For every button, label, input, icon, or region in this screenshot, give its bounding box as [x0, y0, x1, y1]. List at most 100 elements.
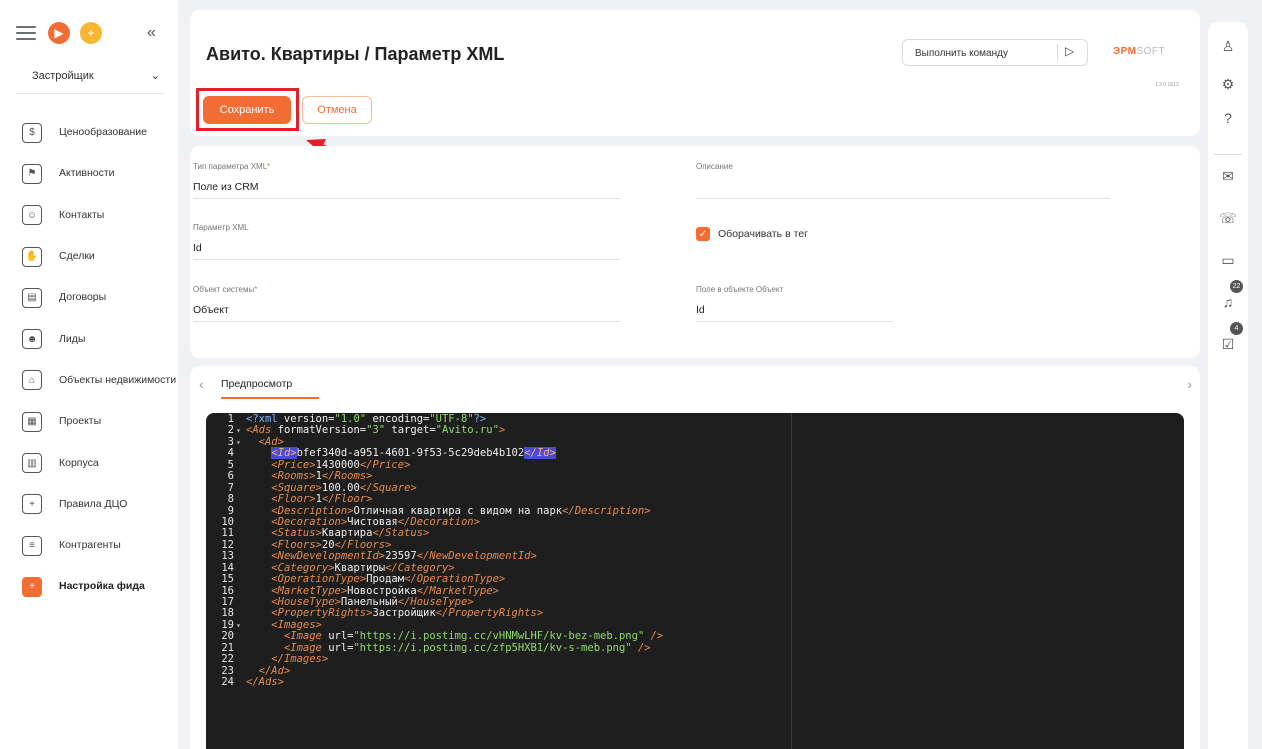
tasks-icon[interactable]: ☑ [1218, 334, 1238, 354]
role-select[interactable]: Застройщик ⌄ [16, 66, 164, 94]
code-token: url= [321, 630, 354, 643]
code-token: <MarketType> [271, 584, 348, 597]
sidebar-item-label: Объекты недвижимости [59, 373, 177, 386]
add-icon[interactable]: + [80, 22, 102, 44]
sidebar-item[interactable]: + Настройка фида [0, 566, 178, 607]
sidebar-item-label: Сделки [59, 250, 95, 263]
settings-icon[interactable]: ⚙ [1218, 74, 1238, 94]
user-icon[interactable]: ♙ [1218, 36, 1238, 56]
sidebar-item[interactable]: ▥ Корпуса [0, 442, 178, 483]
code-token: <Floors> [271, 538, 322, 551]
wrap-in-tag-label: Оборачивать в тег [718, 228, 808, 240]
xml-param-field[interactable]: Параметр XML Id [193, 223, 620, 260]
code-token: </Id> [524, 447, 556, 460]
play-icon[interactable]: ▶ [48, 22, 70, 44]
counterparty-icon: ≡ [22, 535, 42, 556]
sidebar-item[interactable]: $ Ценообразование [0, 112, 178, 153]
code-token: "https://i.postimg.cc/vHNMwLHF/kv-bez-me… [353, 630, 645, 643]
bell-icon[interactable]: ♫ [1218, 292, 1238, 312]
sidebar-item[interactable]: ⌂ Объекты недвижимости [0, 360, 178, 401]
sidebar-item[interactable]: ▤ Договоры [0, 277, 178, 318]
code-token: </OperationType> [404, 573, 506, 586]
fold-toggle-icon [236, 494, 246, 505]
line-number: 8 [227, 493, 234, 506]
code-token: <?xml [246, 413, 278, 425]
code-token: url= [321, 641, 354, 654]
description-field[interactable]: Описание [696, 162, 1110, 199]
menu-icon[interactable] [16, 26, 36, 40]
fold-toggle-icon[interactable]: ▾ [236, 437, 246, 448]
run-command-icon[interactable]: ▷ [1065, 44, 1074, 58]
chevron-right-icon[interactable]: › [1187, 376, 1192, 392]
sidebar-item[interactable]: ✋ Сделки [0, 236, 178, 277]
sidebar-item[interactable]: ☻ Лиды [0, 318, 178, 359]
collapse-sidebar-icon[interactable]: « [147, 24, 156, 42]
description-value[interactable] [696, 181, 1110, 199]
tab-preview[interactable]: Предпросмотр [221, 378, 292, 390]
sidebar-item-label: Корпуса [59, 456, 99, 469]
code-token: 1430000 [315, 458, 360, 471]
message-icon[interactable]: ▭ [1218, 250, 1238, 270]
fold-toggle-icon [236, 563, 246, 574]
code-line: 21 <Image url="https://i.postimg.cc/zfp5… [206, 641, 1184, 654]
code-token: version= [277, 413, 335, 425]
fold-toggle-icon [236, 654, 246, 665]
sidebar-item[interactable]: + Правила ДЦО [0, 484, 178, 525]
xml-param-type-field[interactable]: Тип параметра XML* Поле из CRM [193, 162, 620, 199]
code-token: </Ads> [246, 676, 284, 689]
feed-settings-icon: + [22, 576, 42, 597]
fold-toggle-icon[interactable]: ▾ [236, 620, 246, 631]
sidebar-item-label: Лиды [59, 332, 86, 345]
page-title: Авито. Квартиры / Параметр XML [206, 44, 505, 64]
fold-toggle-icon [236, 448, 246, 459]
description-label: Описание [696, 162, 733, 171]
chevron-left-icon[interactable]: ‹ [199, 376, 204, 392]
sidebar-item-label: Активности [59, 167, 115, 180]
mail-icon[interactable]: ✉ [1218, 166, 1238, 186]
version-label: 1.2.0.1813 [1155, 82, 1179, 88]
code-token: </Images> [271, 653, 329, 666]
code-token: formatVersion= [271, 424, 367, 437]
chat-icon[interactable]: ☏ [1218, 208, 1238, 228]
right-toolbar: ♙ ⚙ ? ✉ ☏ ▭ ♫ 22 ☑ 4 [1208, 22, 1248, 749]
code-token: Застройщик [372, 607, 436, 620]
checkbox-checked-icon[interactable]: ✓ [696, 227, 710, 241]
system-object-field[interactable]: Объект системы* Объект [193, 285, 620, 322]
object-field-value[interactable]: Id [696, 304, 893, 322]
code-editor[interactable]: 1 <?xml version="1.0" encoding="UTF-8"?> 2… [206, 413, 1184, 749]
code-content: </Ads> [246, 676, 284, 689]
flag-icon: ⚑ [22, 163, 42, 184]
xml-param-type-value[interactable]: Поле из CRM [193, 181, 620, 199]
system-object-value[interactable]: Объект [193, 304, 620, 322]
notifications-badge: 22 [1230, 280, 1243, 293]
xml-param-value[interactable]: Id [193, 242, 620, 260]
object-field-field[interactable]: Поле в объекте Объект Id [696, 285, 893, 322]
logo: ЭРМSOFT [1113, 46, 1165, 57]
fold-toggle-icon [236, 586, 246, 597]
cancel-button[interactable]: Отмена [302, 96, 372, 124]
contact-icon: ☺ [22, 205, 42, 226]
sidebar-item[interactable]: ⚑ Активности [0, 153, 178, 194]
rules-icon: + [22, 494, 42, 515]
code-token: <Decoration> [271, 515, 348, 528]
command-input[interactable]: Выполнить команду ▷ [902, 39, 1088, 66]
code-token: /> [650, 630, 664, 643]
fold-toggle-icon[interactable]: ▾ [236, 425, 246, 436]
sidebar-item[interactable]: ≡ Контрагенты [0, 525, 178, 566]
sidebar-item[interactable]: ▦ Проекты [0, 401, 178, 442]
code-token: </NewDevelopmentId> [416, 550, 537, 563]
code-token: </Ad> [258, 664, 291, 677]
sidebar-item-label: Настройка фида [59, 580, 145, 593]
wrap-in-tag-checkbox[interactable]: ✓ Оборачивать в тег [696, 227, 808, 241]
help-icon[interactable]: ? [1218, 108, 1238, 128]
sidebar-item-label: Договоры [59, 291, 107, 304]
code-token: </Rooms> [321, 470, 373, 483]
sidebar-item[interactable]: ☺ Контакты [0, 195, 178, 236]
code-token: <Square> [271, 481, 322, 494]
